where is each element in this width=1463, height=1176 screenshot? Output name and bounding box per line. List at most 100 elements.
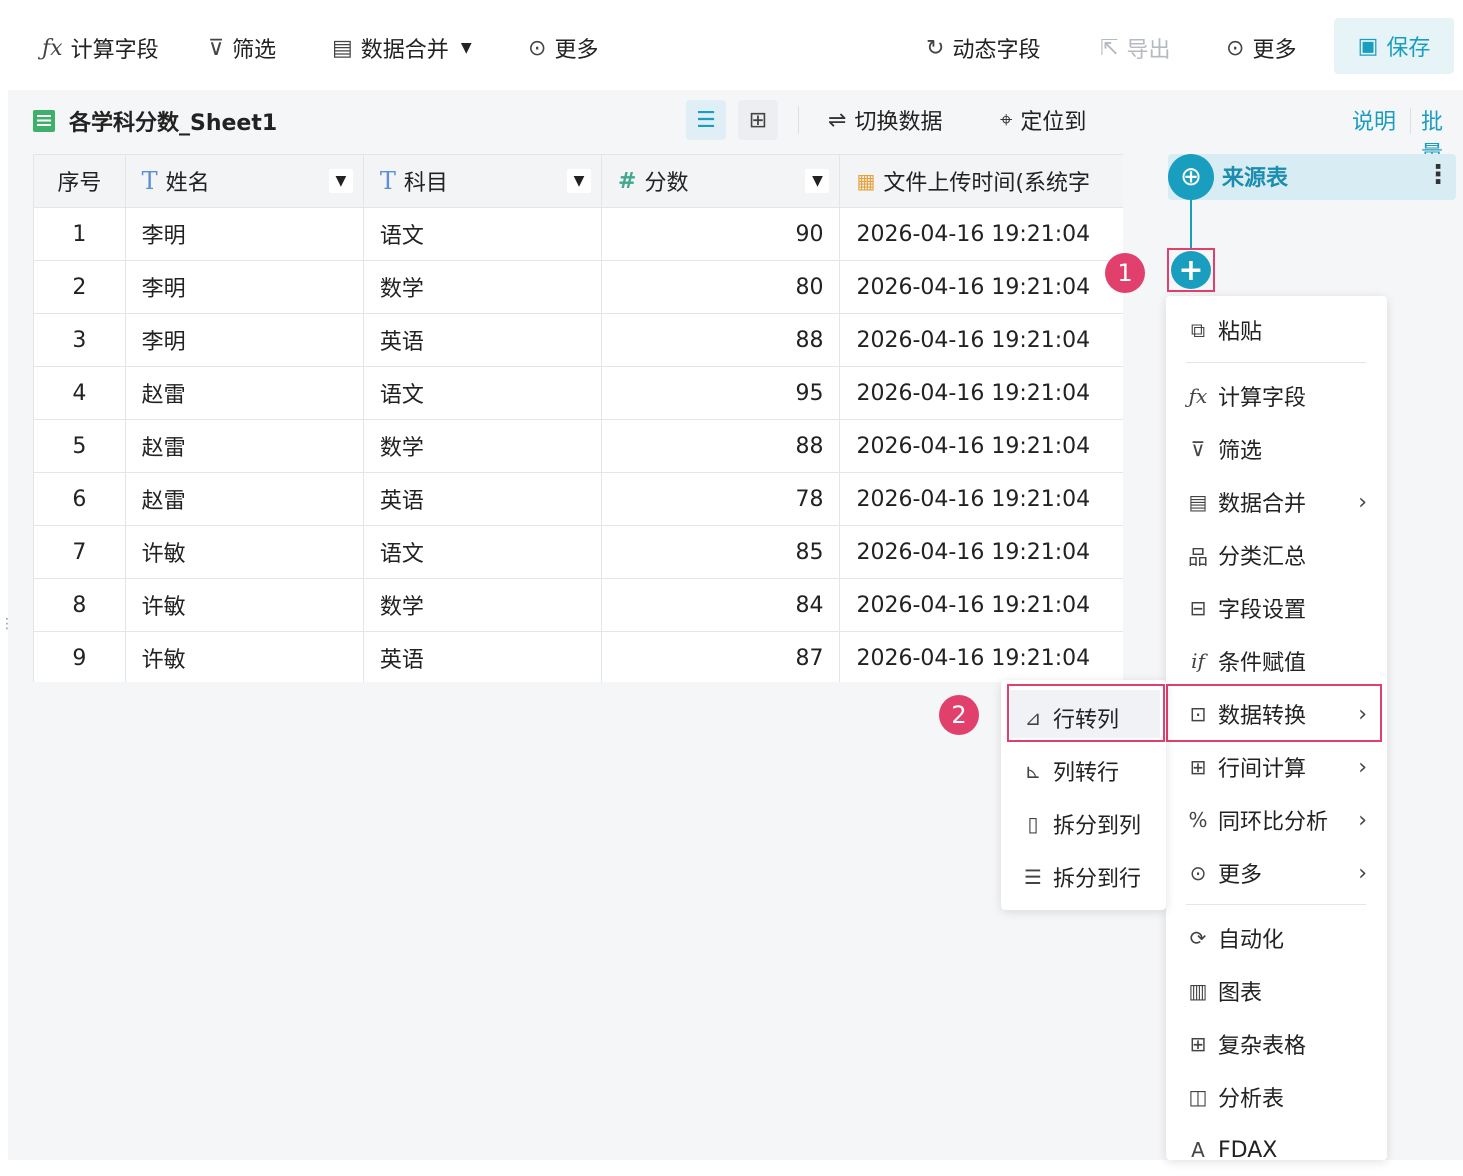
cell-score[interactable]: 80 — [601, 260, 841, 314]
dropdown-caret-icon[interactable]: ▼ — [805, 169, 830, 193]
menu-item-filter[interactable]: ⊽ 筛选 — [1166, 423, 1387, 475]
cell-score[interactable]: 78 — [601, 472, 841, 526]
export-button[interactable]: ⇱ 导出 — [1100, 6, 1170, 90]
column-header-upload-time[interactable]: ▦ 文件上传时间(系统字 — [839, 154, 1123, 208]
cell-score[interactable]: 87 — [601, 631, 841, 682]
cell-index[interactable]: 1 — [33, 207, 126, 261]
menu-item-analysis[interactable]: ◫ 分析表 — [1166, 1071, 1387, 1123]
date-type-icon: ▦ — [856, 169, 876, 193]
column-header-score[interactable]: # 分数 ▼ — [601, 154, 841, 208]
cell-upload-time[interactable]: 2026-04-16 19:21:04 — [839, 578, 1123, 632]
add-step-button[interactable]: + — [1171, 251, 1211, 289]
step-badge-2: 2 — [939, 695, 979, 735]
cell-index[interactable]: 8 — [33, 578, 126, 632]
menu-item-automation[interactable]: ⟳ 自动化 — [1166, 912, 1387, 964]
column-header-index[interactable]: 序号 — [33, 154, 126, 208]
hierarchy-icon: 品 — [1188, 544, 1208, 569]
menu-item-field-settings[interactable]: ⊟ 字段设置 — [1166, 582, 1387, 634]
more-right-button[interactable]: ⊙ 更多 — [1226, 6, 1296, 90]
cell-score[interactable]: 95 — [601, 366, 841, 420]
menu-item-row-calc[interactable]: ⊞ 行间计算 › — [1166, 741, 1387, 793]
data-transform-highlight — [1166, 684, 1382, 742]
dropdown-caret-icon[interactable]: ▼ — [567, 169, 592, 193]
cell-name[interactable]: 李明 — [124, 313, 364, 367]
menu-item-merge[interactable]: ▤ 数据合并 › — [1166, 476, 1387, 528]
cell-index[interactable]: 7 — [33, 525, 126, 579]
cell-index[interactable]: 3 — [33, 313, 126, 367]
calc-field-button[interactable]: ƒx 计算字段 — [42, 6, 159, 90]
export-icon: ⇱ — [1100, 35, 1119, 61]
menu-item-paste[interactable]: ⧉ 粘贴 — [1166, 304, 1387, 356]
cell-upload-time[interactable]: 2026-04-16 19:21:04 — [839, 260, 1123, 314]
cell-name[interactable]: 赵雷 — [124, 472, 364, 526]
cell-name[interactable]: 许敏 — [124, 578, 364, 632]
grid-view-button[interactable]: ⊞ — [738, 100, 778, 140]
menu-item-complex-table[interactable]: ⊞ 复杂表格 — [1166, 1018, 1387, 1070]
merge-icon: ▤ — [1188, 490, 1208, 514]
dynamic-field-button[interactable]: ↻ 动态字段 — [926, 6, 1040, 90]
menu-item-percent[interactable]: % 同环比分析 › — [1166, 794, 1387, 846]
cell-upload-time[interactable]: 2026-04-16 19:21:04 — [839, 631, 1123, 682]
cell-score[interactable]: 84 — [601, 578, 841, 632]
menu-item-more-dots[interactable]: ⊙ 更多 › — [1166, 847, 1387, 899]
cell-upload-time[interactable]: 2026-04-16 19:21:04 — [839, 366, 1123, 420]
save-button[interactable]: ▣ 保存 — [1334, 18, 1454, 74]
cell-index[interactable]: 6 — [33, 472, 126, 526]
cell-subject[interactable]: 语文 — [362, 207, 603, 261]
cell-subject[interactable]: 英语 — [362, 313, 603, 367]
cell-name[interactable]: 赵雷 — [124, 419, 364, 473]
column-header-label: 序号 — [57, 171, 102, 196]
cell-name[interactable]: 许敏 — [124, 631, 364, 682]
divider — [1410, 108, 1411, 134]
submenu-item-split-col[interactable]: ▯ 拆分到列 — [1001, 798, 1166, 850]
cell-index[interactable]: 2 — [33, 260, 126, 314]
cell-subject[interactable]: 数学 — [362, 260, 603, 314]
drag-handle[interactable]: ⋮ — [0, 617, 14, 631]
column-header-name[interactable]: T 姓名 ▼ — [124, 154, 364, 208]
explain-link[interactable]: 说明 — [1352, 104, 1396, 136]
node-more-icon[interactable]: ⋮ — [1425, 160, 1451, 190]
cell-subject[interactable]: 英语 — [362, 631, 603, 682]
menu-item-fx[interactable]: ƒx 计算字段 — [1166, 370, 1387, 422]
cell-upload-time[interactable]: 2026-04-16 19:21:04 — [839, 525, 1123, 579]
cell-upload-time[interactable]: 2026-04-16 19:21:04 — [839, 313, 1123, 367]
cell-index[interactable]: 5 — [33, 419, 126, 473]
cell-name[interactable]: 李明 — [124, 207, 364, 261]
cell-score[interactable]: 85 — [601, 525, 841, 579]
cell-subject[interactable]: 语文 — [362, 525, 603, 579]
dropdown-caret-icon[interactable]: ▼ — [328, 169, 353, 193]
menu-item-hierarchy[interactable]: 品分类汇总 — [1166, 529, 1387, 581]
locate-button[interactable]: ⌖ 定位到 — [1000, 100, 1086, 140]
filter-button[interactable]: ⊽ 筛选 — [208, 6, 276, 90]
cell-index[interactable]: 9 — [33, 631, 126, 682]
menu-item-if[interactable]: if 条件赋值 — [1166, 635, 1387, 687]
more-left-button[interactable]: ⊙ 更多 — [528, 6, 598, 90]
submenu-item-split-row[interactable]: ☰ 拆分到行 — [1001, 851, 1166, 903]
cell-score[interactable]: 88 — [601, 419, 841, 473]
cell-name[interactable]: 许敏 — [124, 525, 364, 579]
switch-data-button[interactable]: ⇌ 切换数据 — [828, 100, 942, 140]
submenu-item-col-to-row[interactable]: ⊾ 列转行 — [1001, 745, 1166, 797]
submenu-item-row-to-col[interactable]: ⊿ 行转列 — [1001, 692, 1166, 744]
list-view-button[interactable]: ☰ — [686, 100, 726, 140]
cell-index[interactable]: 4 — [33, 366, 126, 420]
cell-name[interactable]: 李明 — [124, 260, 364, 314]
cell-upload-time[interactable]: 2026-04-16 19:21:04 — [839, 472, 1123, 526]
menu-item-label: 粘贴 — [1218, 320, 1263, 345]
menu-item-fdax[interactable]: A FDAX — [1166, 1124, 1387, 1176]
cell-upload-time[interactable]: 2026-04-16 19:21:04 — [839, 419, 1123, 473]
menu-item-chart[interactable]: ▥ 图表 — [1166, 965, 1387, 1017]
cell-subject[interactable]: 数学 — [362, 578, 603, 632]
cell-score[interactable]: 88 — [601, 313, 841, 367]
cell-subject[interactable]: 语文 — [362, 366, 603, 420]
text-type-icon: T — [379, 167, 396, 195]
merge-button[interactable]: ▤ 数据合并 ▼ — [332, 6, 472, 90]
cell-subject[interactable]: 英语 — [362, 472, 603, 526]
column-header-subject[interactable]: T 科目 ▼ — [362, 154, 603, 208]
cell-upload-time[interactable]: 2026-04-16 19:21:04 — [839, 207, 1123, 261]
cell-name[interactable]: 赵雷 — [124, 366, 364, 420]
merge-label: 数据合并 — [360, 38, 449, 63]
cell-subject[interactable]: 数学 — [362, 419, 603, 473]
menu-divider — [1186, 362, 1366, 363]
cell-score[interactable]: 90 — [601, 207, 841, 261]
